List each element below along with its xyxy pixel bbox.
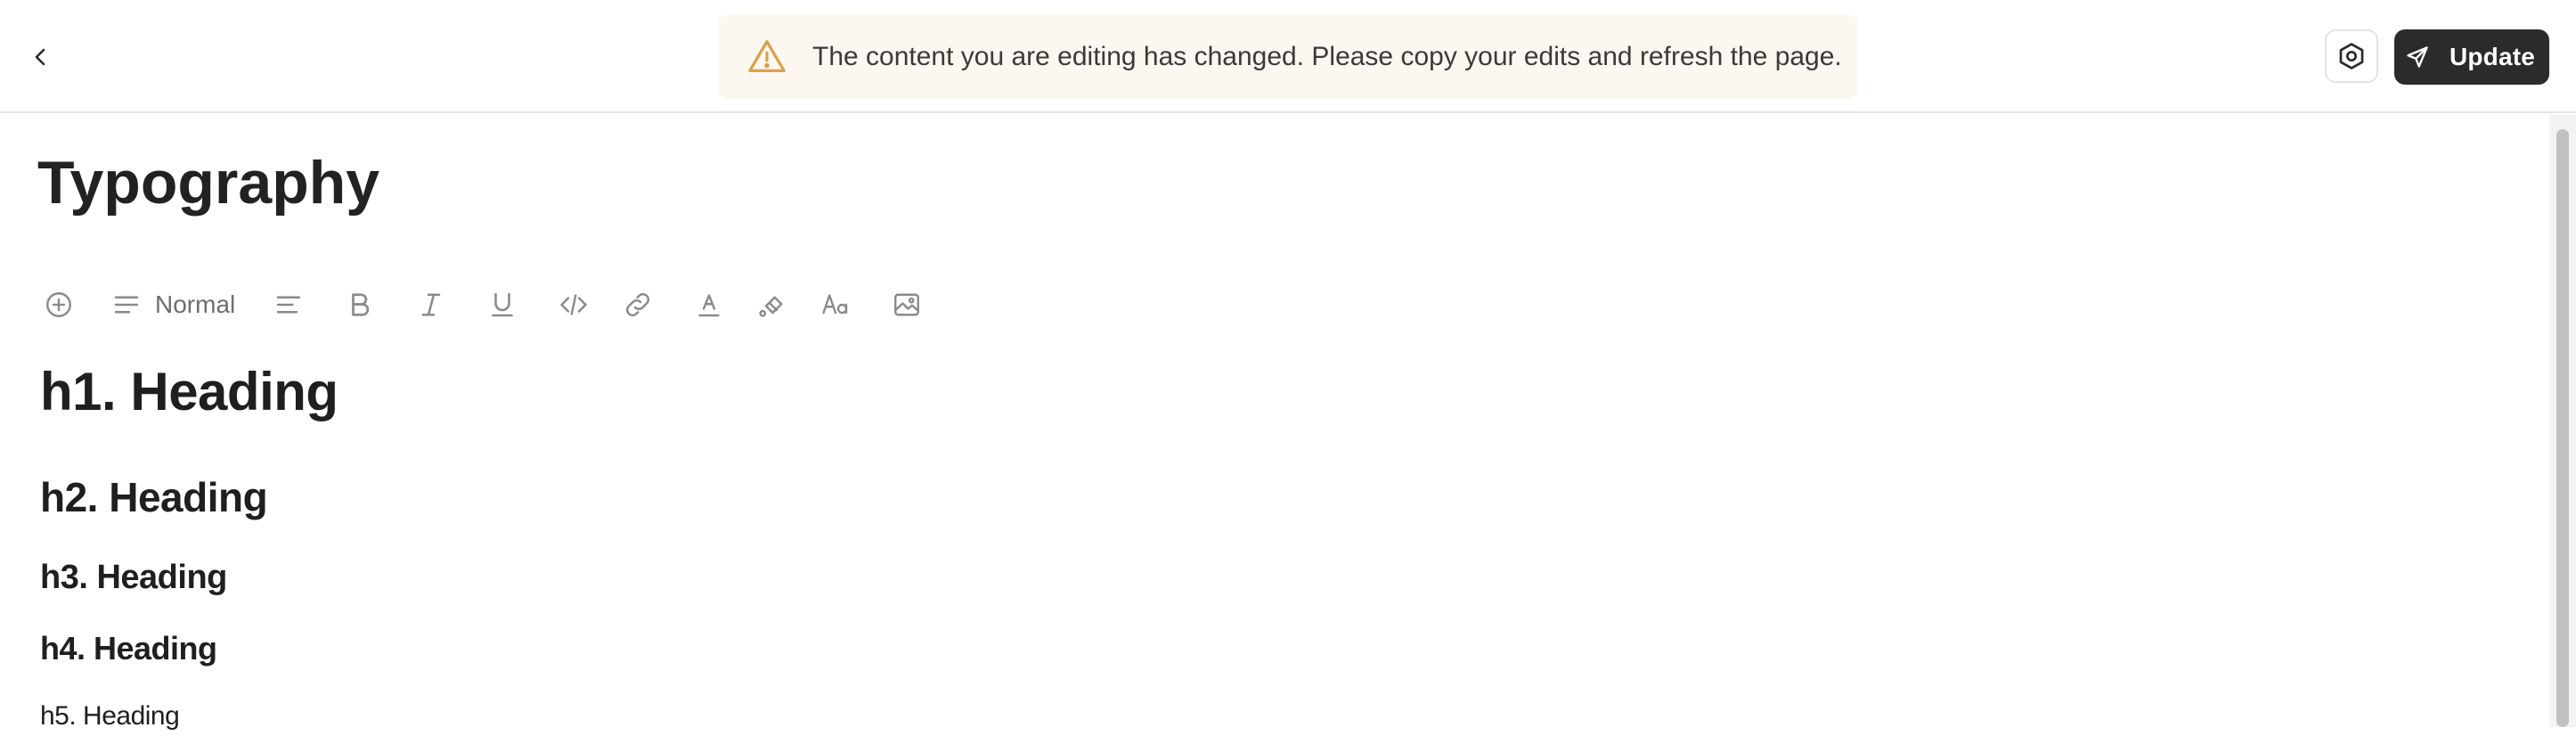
plus-circle-icon (46, 292, 71, 317)
insert-image-button[interactable] (887, 283, 926, 326)
link-button[interactable] (618, 283, 657, 326)
scrollbar-thumb[interactable] (2556, 129, 2569, 727)
content-changed-notice: The content you are editing has changed.… (718, 14, 1858, 99)
heading-2[interactable]: h2. Heading (40, 470, 268, 524)
paint-bucket-icon (759, 296, 783, 317)
code-button[interactable] (554, 283, 593, 326)
link-icon (626, 293, 649, 316)
text-color-icon (698, 294, 720, 317)
underline-button[interactable] (483, 283, 522, 326)
add-block-button[interactable] (39, 283, 78, 326)
heading-4[interactable]: h4. Heading (40, 626, 217, 671)
font-size-icon (822, 294, 848, 315)
heading-5[interactable]: h5. Heading (40, 697, 180, 736)
heading-1[interactable]: h1. Heading (40, 356, 338, 428)
warning-triangle-icon (746, 37, 787, 78)
settings-button[interactable] (2325, 29, 2378, 83)
chevron-left-icon (35, 48, 45, 66)
code-icon (560, 294, 587, 315)
bold-button[interactable] (340, 283, 379, 326)
italic-icon (421, 293, 441, 316)
update-button[interactable]: Update (2394, 29, 2549, 85)
block-style-label: Normal (155, 290, 236, 318)
block-style-dropdown[interactable]: Normal (110, 283, 244, 326)
update-button-label: Update (2449, 43, 2536, 70)
text-color-button[interactable] (689, 283, 729, 326)
settings-hexagon-icon (2339, 43, 2364, 70)
align-left-icon (276, 296, 301, 314)
italic-button[interactable] (412, 283, 451, 326)
send-icon (2407, 46, 2428, 68)
back-button[interactable] (20, 36, 62, 78)
notice-text: The content you are editing has changed.… (812, 41, 1842, 71)
heading-3[interactable]: h3. Heading (40, 554, 227, 601)
bold-icon (352, 293, 370, 316)
paragraph-lines-icon (114, 296, 139, 314)
align-button[interactable] (269, 283, 308, 326)
highlight-button[interactable] (752, 283, 791, 326)
image-icon (894, 293, 919, 316)
page-title[interactable]: Typography (37, 145, 379, 220)
top-bar: The content you are editing has changed.… (0, 0, 2576, 113)
font-size-button[interactable] (816, 283, 855, 326)
underline-icon (492, 292, 513, 317)
